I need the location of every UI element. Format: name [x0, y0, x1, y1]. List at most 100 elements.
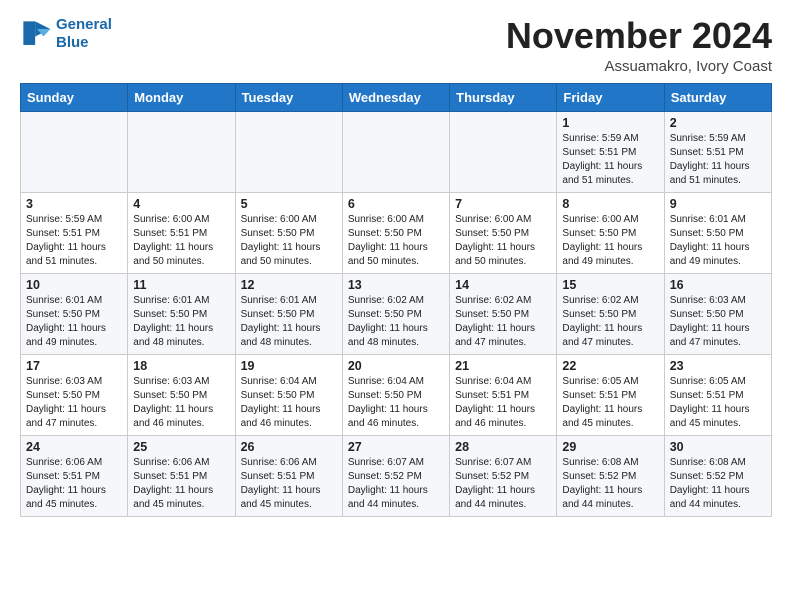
calendar-cell: 12Sunrise: 6:01 AM Sunset: 5:50 PM Dayli…	[235, 273, 342, 354]
day-number: 8	[562, 197, 658, 211]
calendar: SundayMondayTuesdayWednesdayThursdayFrid…	[20, 83, 772, 517]
day-number: 4	[133, 197, 229, 211]
day-number: 3	[26, 197, 122, 211]
day-number: 9	[670, 197, 766, 211]
weekday-header: Friday	[557, 83, 664, 111]
weekday-header: Wednesday	[342, 83, 449, 111]
day-info: Sunrise: 6:08 AM Sunset: 5:52 PM Dayligh…	[562, 456, 658, 512]
calendar-week-row: 10 Sunrise: 6:01 AM Sunset: 5:50 PM Dayli…	[21, 273, 772, 354]
day-number: 2	[670, 116, 766, 130]
calendar-cell: 15Sunrise: 6:02 AM Sunset: 5:50 PM Dayli…	[557, 273, 664, 354]
logo-text: General Blue	[56, 16, 112, 52]
logo-line1: General	[56, 16, 112, 33]
calendar-cell: 9 Sunrise: 6:01 AM Sunset: 5:50 PM Daylig…	[664, 192, 771, 273]
day-info: Sunrise: 6:00 AM Sunset: 5:50 PM Dayligh…	[241, 213, 337, 269]
calendar-cell	[128, 111, 235, 192]
header: General Blue November 2024 Assuamakro, I…	[20, 16, 772, 75]
day-number: 14	[455, 278, 551, 292]
day-info: Sunrise: 6:00 AM Sunset: 5:50 PM Dayligh…	[348, 213, 444, 269]
weekday-header: Tuesday	[235, 83, 342, 111]
day-number: 5	[241, 197, 337, 211]
day-number: 29	[562, 440, 658, 454]
calendar-cell: 30 Sunrise: 6:08 AM Sunset: 5:52 PM Dayli…	[664, 435, 771, 516]
calendar-cell: 10 Sunrise: 6:01 AM Sunset: 5:50 PM Dayli…	[21, 273, 128, 354]
day-info: Sunrise: 6:01 AM Sunset: 5:50 PM Dayligh…	[133, 294, 229, 350]
calendar-cell: 23Sunrise: 6:05 AM Sunset: 5:51 PM Dayli…	[664, 354, 771, 435]
calendar-cell: 27Sunrise: 6:07 AM Sunset: 5:52 PM Dayli…	[342, 435, 449, 516]
day-info: Sunrise: 6:01 AM Sunset: 5:50 PM Dayligh…	[26, 294, 122, 350]
calendar-cell: 22 Sunrise: 6:05 AM Sunset: 5:51 PM Dayli…	[557, 354, 664, 435]
calendar-week-row: 1 Sunrise: 5:59 AM Sunset: 5:51 PM Daylig…	[21, 111, 772, 192]
day-info: Sunrise: 6:06 AM Sunset: 5:51 PM Dayligh…	[133, 456, 229, 512]
calendar-header-row: SundayMondayTuesdayWednesdayThursdayFrid…	[21, 83, 772, 111]
calendar-cell: 26 Sunrise: 6:06 AM Sunset: 5:51 PM Dayli…	[235, 435, 342, 516]
day-info: Sunrise: 6:03 AM Sunset: 5:50 PM Dayligh…	[133, 375, 229, 431]
day-info: Sunrise: 6:00 AM Sunset: 5:51 PM Dayligh…	[133, 213, 229, 269]
weekday-header: Thursday	[450, 83, 557, 111]
calendar-cell: 11Sunrise: 6:01 AM Sunset: 5:50 PM Dayli…	[128, 273, 235, 354]
day-info: Sunrise: 6:06 AM Sunset: 5:51 PM Dayligh…	[241, 456, 337, 512]
calendar-cell: 5 Sunrise: 6:00 AM Sunset: 5:50 PM Daylig…	[235, 192, 342, 273]
calendar-cell	[21, 111, 128, 192]
calendar-cell: 1 Sunrise: 5:59 AM Sunset: 5:51 PM Daylig…	[557, 111, 664, 192]
weekday-header: Sunday	[21, 83, 128, 111]
calendar-cell: 4 Sunrise: 6:00 AM Sunset: 5:51 PM Daylig…	[128, 192, 235, 273]
day-number: 6	[348, 197, 444, 211]
day-info: Sunrise: 6:03 AM Sunset: 5:50 PM Dayligh…	[26, 375, 122, 431]
calendar-week-row: 17 Sunrise: 6:03 AM Sunset: 5:50 PM Dayli…	[21, 354, 772, 435]
calendar-cell: 18 Sunrise: 6:03 AM Sunset: 5:50 PM Dayli…	[128, 354, 235, 435]
day-info: Sunrise: 6:01 AM Sunset: 5:50 PM Dayligh…	[670, 213, 766, 269]
day-number: 10	[26, 278, 122, 292]
day-number: 21	[455, 359, 551, 373]
calendar-cell: 29 Sunrise: 6:08 AM Sunset: 5:52 PM Dayli…	[557, 435, 664, 516]
calendar-cell: 28Sunrise: 6:07 AM Sunset: 5:52 PM Dayli…	[450, 435, 557, 516]
page: General Blue November 2024 Assuamakro, I…	[0, 0, 792, 533]
logo: General Blue	[20, 16, 112, 52]
calendar-cell: 13Sunrise: 6:02 AM Sunset: 5:50 PM Dayli…	[342, 273, 449, 354]
calendar-cell: 8 Sunrise: 6:00 AM Sunset: 5:50 PM Daylig…	[557, 192, 664, 273]
day-info: Sunrise: 6:04 AM Sunset: 5:50 PM Dayligh…	[241, 375, 337, 431]
day-info: Sunrise: 6:03 AM Sunset: 5:50 PM Dayligh…	[670, 294, 766, 350]
weekday-header: Monday	[128, 83, 235, 111]
day-info: Sunrise: 6:02 AM Sunset: 5:50 PM Dayligh…	[562, 294, 658, 350]
day-number: 18	[133, 359, 229, 373]
logo-line2: Blue	[56, 34, 89, 51]
calendar-cell: 7 Sunrise: 6:00 AM Sunset: 5:50 PM Daylig…	[450, 192, 557, 273]
day-info: Sunrise: 6:00 AM Sunset: 5:50 PM Dayligh…	[562, 213, 658, 269]
calendar-cell: 14 Sunrise: 6:02 AM Sunset: 5:50 PM Dayli…	[450, 273, 557, 354]
day-info: Sunrise: 6:07 AM Sunset: 5:52 PM Dayligh…	[348, 456, 444, 512]
day-number: 1	[562, 116, 658, 130]
day-info: Sunrise: 6:05 AM Sunset: 5:51 PM Dayligh…	[670, 375, 766, 431]
day-number: 24	[26, 440, 122, 454]
day-info: Sunrise: 5:59 AM Sunset: 5:51 PM Dayligh…	[26, 213, 122, 269]
day-number: 30	[670, 440, 766, 454]
calendar-cell	[342, 111, 449, 192]
day-info: Sunrise: 6:08 AM Sunset: 5:52 PM Dayligh…	[670, 456, 766, 512]
day-number: 22	[562, 359, 658, 373]
day-number: 16	[670, 278, 766, 292]
day-info: Sunrise: 6:07 AM Sunset: 5:52 PM Dayligh…	[455, 456, 551, 512]
day-info: Sunrise: 5:59 AM Sunset: 5:51 PM Dayligh…	[670, 132, 766, 188]
calendar-cell: 19Sunrise: 6:04 AM Sunset: 5:50 PM Dayli…	[235, 354, 342, 435]
day-info: Sunrise: 6:05 AM Sunset: 5:51 PM Dayligh…	[562, 375, 658, 431]
day-info: Sunrise: 6:06 AM Sunset: 5:51 PM Dayligh…	[26, 456, 122, 512]
day-info: Sunrise: 6:04 AM Sunset: 5:51 PM Dayligh…	[455, 375, 551, 431]
calendar-cell: 16 Sunrise: 6:03 AM Sunset: 5:50 PM Dayli…	[664, 273, 771, 354]
day-info: Sunrise: 5:59 AM Sunset: 5:51 PM Dayligh…	[562, 132, 658, 188]
weekday-header: Saturday	[664, 83, 771, 111]
day-number: 13	[348, 278, 444, 292]
day-number: 12	[241, 278, 337, 292]
logo-icon	[20, 18, 52, 50]
calendar-week-row: 24 Sunrise: 6:06 AM Sunset: 5:51 PM Dayli…	[21, 435, 772, 516]
day-info: Sunrise: 6:00 AM Sunset: 5:50 PM Dayligh…	[455, 213, 551, 269]
title-block: November 2024 Assuamakro, Ivory Coast	[506, 16, 772, 75]
day-info: Sunrise: 6:02 AM Sunset: 5:50 PM Dayligh…	[455, 294, 551, 350]
day-number: 25	[133, 440, 229, 454]
calendar-cell	[450, 111, 557, 192]
calendar-cell: 17 Sunrise: 6:03 AM Sunset: 5:50 PM Dayli…	[21, 354, 128, 435]
calendar-cell: 20Sunrise: 6:04 AM Sunset: 5:50 PM Dayli…	[342, 354, 449, 435]
day-number: 17	[26, 359, 122, 373]
calendar-cell: 24 Sunrise: 6:06 AM Sunset: 5:51 PM Dayli…	[21, 435, 128, 516]
day-number: 26	[241, 440, 337, 454]
day-number: 7	[455, 197, 551, 211]
